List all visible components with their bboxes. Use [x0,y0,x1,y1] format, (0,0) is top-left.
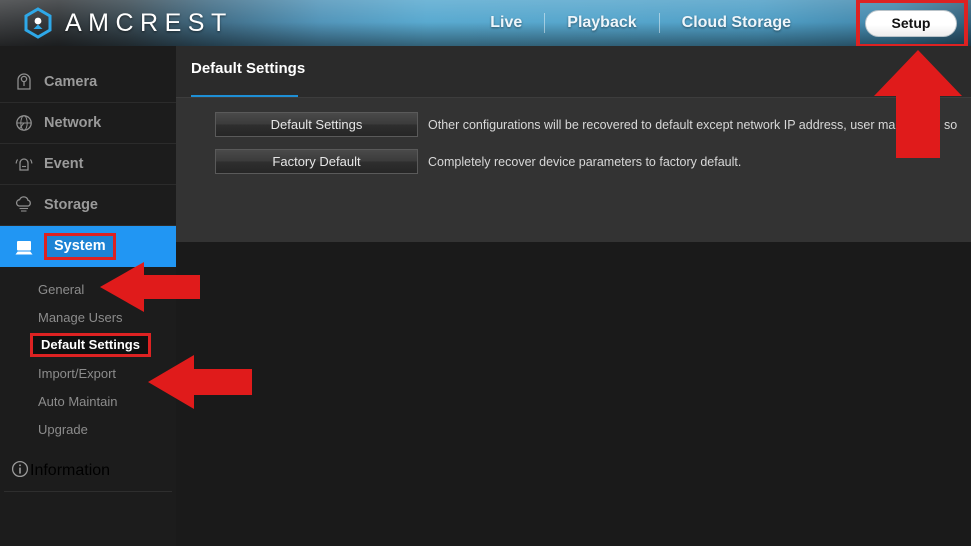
sidebar-item-system[interactable]: System [0,226,176,267]
topnav-link-live[interactable]: Live [468,14,544,32]
default-settings-panel: Default Settings Other configurations wi… [176,98,971,174]
system-subnav: General Manage Users Default Settings Im… [0,267,176,443]
default-settings-button[interactable]: Default Settings [215,112,418,137]
sidebar-subitem-general[interactable]: General [0,275,176,303]
amcrest-web-ui: AMCREST Live Playback Cloud Storage Setu… [0,0,971,546]
factory-default-button[interactable]: Factory Default [215,149,418,174]
action-row-default-settings: Default Settings Other configurations wi… [176,112,971,137]
sidebar-item-label: Event [44,156,84,172]
sidebar-item-label: Camera [44,74,98,90]
sidebar-item-label: Network [44,115,102,131]
amcrest-hex-logo-icon [22,7,54,39]
system-monitor-icon [10,237,38,257]
sidebar-item-network[interactable]: Network [0,103,176,144]
tab-default-settings[interactable]: Default Settings [191,60,305,77]
sidebar-subitem-auto-maintain[interactable]: Auto Maintain [0,387,176,415]
action-row-factory-default: Factory Default Completely recover devic… [176,149,971,174]
sidebar-item-label: Information [30,462,111,479]
sidebar-item-event[interactable]: Event [0,144,176,185]
topnav-link-playback[interactable]: Playback [545,14,658,32]
sidebar-item-storage[interactable]: Storage [0,185,176,226]
event-alarm-icon [10,154,38,174]
topnav-link-cloud-storage[interactable]: Cloud Storage [660,14,813,32]
sidebar-subitem-default-settings[interactable]: Default Settings [0,331,176,359]
default-settings-highlight-box: Default Settings [30,333,151,357]
brand-name: AMCREST [65,8,233,37]
system-highlight-box: System [44,233,116,260]
content-tabbar: Default Settings [176,46,971,98]
sidebar-item-label: System [54,238,106,254]
sidebar-subitem-upgrade[interactable]: Upgrade [0,415,176,443]
storage-cloud-icon [10,195,38,215]
sidebar-item-information[interactable]: Information [0,451,176,491]
network-globe-icon [10,113,38,133]
camera-icon [10,72,38,92]
content-panel: Default Settings Default Settings Other … [176,46,971,242]
setup-button-wrapper: Setup [856,0,968,48]
sidebar-item-label: Storage [44,197,98,213]
sidebar-item-camera[interactable]: Camera [0,62,176,103]
sidebar-subitem-manage-users[interactable]: Manage Users [0,303,176,331]
top-navigation: Live Playback Cloud Storage Setup [468,0,971,48]
sidebar-divider [4,491,172,492]
left-sidebar: Camera Network Event Storage System Gene… [0,46,176,546]
top-header-bar: AMCREST Live Playback Cloud Storage Setu… [0,0,971,48]
sidebar-subitem-import-export[interactable]: Import/Export [0,359,176,387]
info-circle-icon [10,459,30,484]
brand-logo-area: AMCREST [22,7,233,39]
factory-default-description: Completely recover device parameters to … [428,154,742,169]
setup-button[interactable]: Setup [865,9,957,37]
default-settings-description: Other configurations will be recovered t… [428,117,958,132]
